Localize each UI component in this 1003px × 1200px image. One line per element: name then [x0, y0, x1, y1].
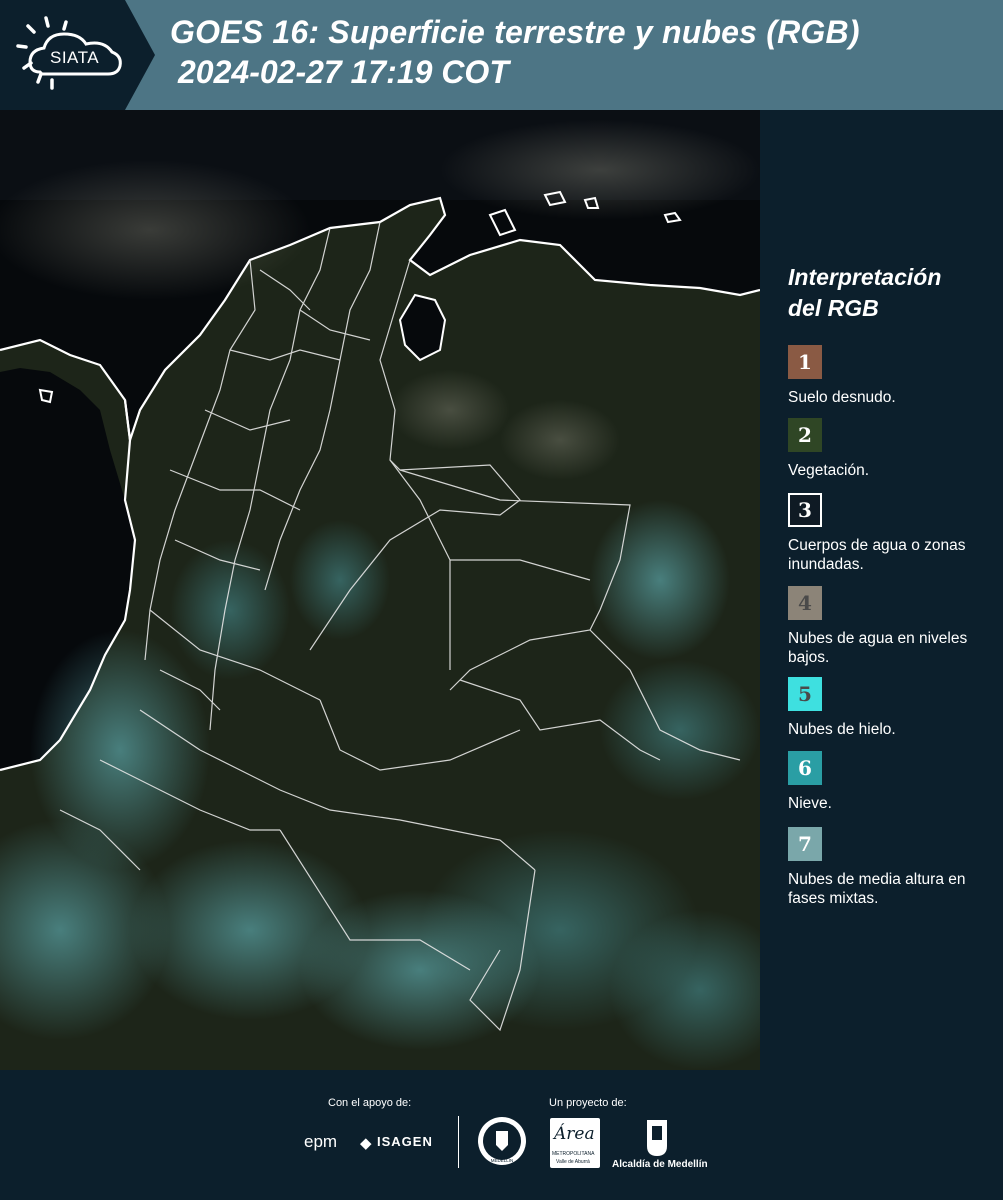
- isagen-icon: ◆: [360, 1135, 372, 1152]
- legend-item-2: 2 Vegetación.: [788, 418, 998, 480]
- legend-swatch-7: 7: [788, 827, 822, 861]
- legend-swatch-3: 3: [788, 493, 822, 527]
- legend-swatch-6: 6: [788, 751, 822, 785]
- legend-label-1: Suelo desnudo.: [788, 389, 896, 406]
- alcaldia-logo-text: Alcaldía de Medellín: [612, 1159, 708, 1170]
- alcaldia-shield-icon: [647, 1120, 667, 1156]
- support-caption: Con el apoyo de:: [328, 1097, 412, 1109]
- legend-label-3: Cuerpos de agua o zonas inundadas.: [788, 537, 966, 573]
- satellite-map-canvas: [0, 110, 790, 1070]
- legend-title-line1: Interpretación: [788, 264, 942, 290]
- legend-swatch-4: 4: [788, 586, 822, 620]
- legend-swatch-1: 1: [788, 345, 822, 379]
- legend-item-5: 5 Nubes de hielo.: [788, 677, 998, 739]
- footer-divider: [458, 1116, 459, 1168]
- legend-label-7: Nubes de media altura en fases mixtas.: [788, 871, 966, 907]
- legend-label-5: Nubes de hielo.: [788, 721, 896, 738]
- project-caption: Un proyecto de:: [549, 1097, 627, 1109]
- legend-swatch-5: 5: [788, 677, 822, 711]
- epm-logo: epm: [304, 1132, 338, 1151]
- satellite-map[interactable]: [0, 110, 790, 1070]
- siata-logo-text: SIATA: [50, 48, 99, 67]
- siata-logo: SIATA: [0, 0, 155, 110]
- legend-item-6: 6 Nieve.: [788, 751, 998, 813]
- legend-label-2: Vegetación.: [788, 462, 870, 479]
- svg-text:MEDELLÍN: MEDELLÍN: [491, 1157, 514, 1163]
- footer: Con el apoyo de: Un proyecto de: epm ◆ I…: [0, 1070, 1003, 1200]
- legend-item-3: 3 Cuerpos de agua o zonas inundadas.: [788, 493, 998, 574]
- medellin-seal-logo: MEDELLÍN: [478, 1117, 526, 1165]
- legend-swatch-2: 2: [788, 418, 822, 452]
- legend-title-line2: del RGB: [788, 295, 879, 321]
- legend-title: Interpretación del RGB: [788, 262, 988, 324]
- legend-label-4: Nubes de agua en niveles bajos.: [788, 630, 968, 666]
- page-timestamp: 2024-02-27 17:19 COT: [178, 54, 509, 90]
- page-title: GOES 16: Superficie terrestre y nubes (R…: [170, 14, 860, 50]
- legend-panel: Interpretación del RGB 1 Suelo desnudo. …: [760, 110, 1003, 1070]
- header-bar: SIATA GOES 16: Superficie terrestre y nu…: [0, 0, 1003, 110]
- legend-item-1: 1 Suelo desnudo.: [788, 345, 998, 407]
- legend-item-7: 7 Nubes de media altura en fases mixtas.: [788, 827, 998, 908]
- isagen-logo: ISAGEN: [377, 1134, 433, 1149]
- legend-label-6: Nieve.: [788, 795, 832, 812]
- legend-item-4: 4 Nubes de agua en niveles bajos.: [788, 586, 998, 667]
- area-metropolitana-logo: Área METROPOLITANA Valle de Aburrá: [550, 1118, 600, 1168]
